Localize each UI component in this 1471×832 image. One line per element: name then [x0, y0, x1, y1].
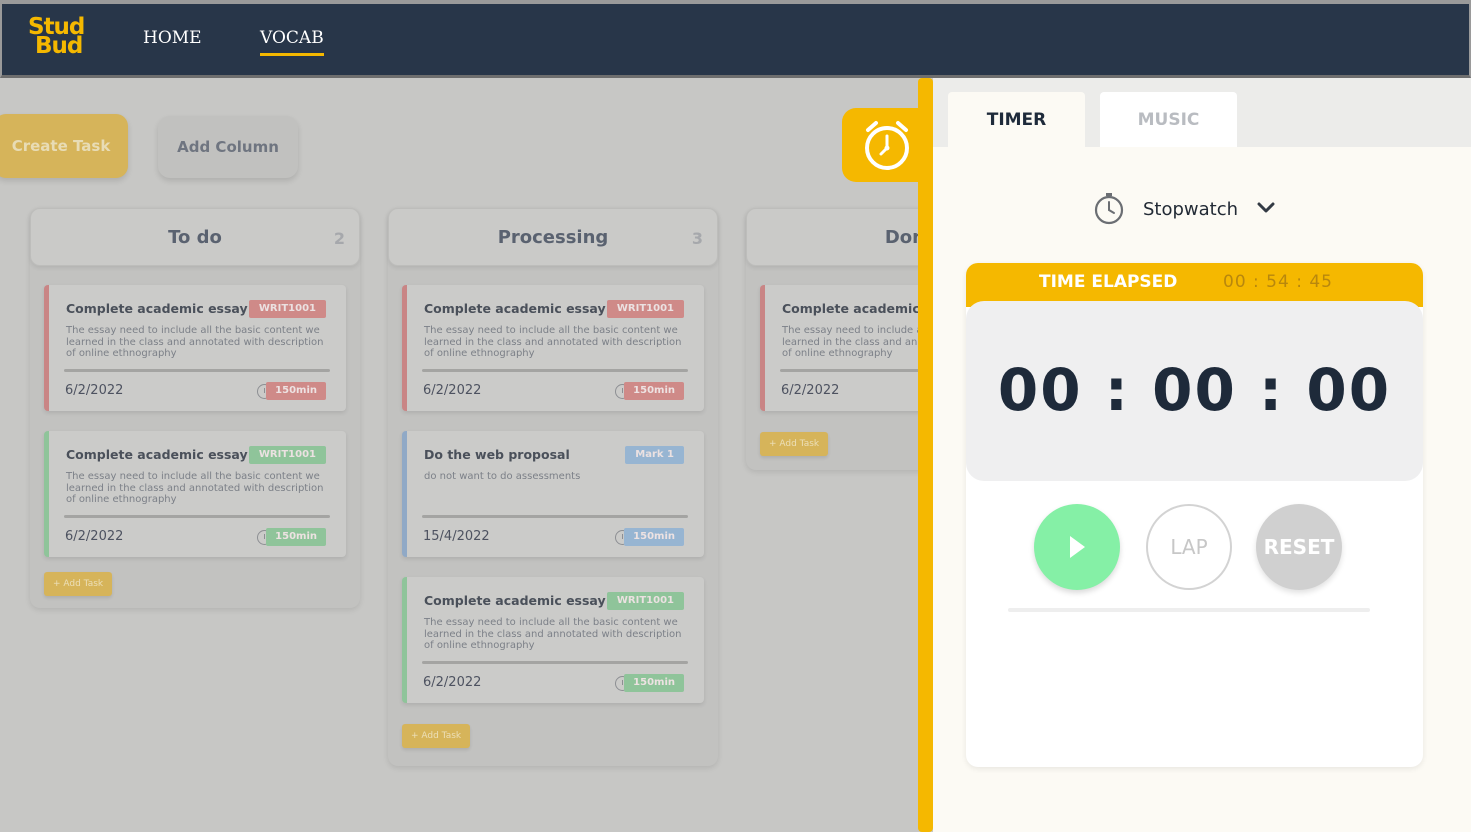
duration-badge: 150min [266, 528, 326, 546]
time-elapsed-label: TIME ELAPSED [1039, 272, 1178, 292]
card-date: 6/2/2022 [781, 383, 840, 398]
card-title: Complete academic essay [424, 593, 606, 608]
stopwatch-display: 00 : 00 : 00 [966, 301, 1423, 481]
card-description: The essay need to include all the basic … [66, 325, 324, 359]
card-description: The essay need to include all the basic … [66, 471, 324, 505]
add-task-button[interactable]: + Add Task [760, 432, 829, 456]
card-description: The essay need to include all the basic … [424, 617, 682, 651]
card-title: Complete academic essay [66, 301, 248, 316]
card-progress-line [422, 515, 688, 518]
create-task-button[interactable]: Create Task [0, 114, 128, 178]
duration-badge: 150min [624, 382, 684, 400]
play-icon [1070, 536, 1085, 558]
kanban-board: Create Task Add Column To do 2 Complete … [0, 78, 920, 832]
lap-progress-track [1008, 608, 1370, 612]
tab-music[interactable]: MUSIC [1100, 92, 1237, 147]
panel-tabs: TIMER MUSIC [933, 78, 1471, 147]
course-tag: WRIT1001 [606, 592, 684, 610]
add-task-button[interactable]: + Add Task [44, 572, 113, 596]
card-progress-line [422, 661, 688, 664]
column-header: To do 2 [30, 208, 360, 266]
logo-line-2: Bud [35, 33, 83, 59]
chevron-down-icon [1257, 202, 1275, 213]
course-tag: WRIT1001 [248, 300, 326, 318]
time-elapsed-value: 00 : 54 : 45 [1223, 272, 1333, 292]
column-title: To do [168, 227, 222, 248]
column-count: 3 [691, 229, 703, 248]
top-navbar: Stud Bud HOME VOCAB [0, 0, 1471, 78]
duration-badge: 150min [266, 382, 326, 400]
mode-selector[interactable]: Stopwatch [1093, 191, 1313, 227]
reset-button[interactable]: RESET [1256, 504, 1342, 590]
column-count: 2 [333, 229, 345, 248]
mode-label: Stopwatch [1143, 199, 1239, 220]
stopwatch-card: TIME ELAPSED 00 : 54 : 45 00 : 00 : 00 L… [966, 263, 1423, 767]
task-card[interactable]: Complete academic essay WRIT1001 The ess… [402, 577, 704, 703]
card-description: do not want to do assessments [424, 471, 581, 482]
card-date: 6/2/2022 [65, 383, 124, 398]
lap-button[interactable]: LAP [1146, 504, 1232, 590]
course-tag: WRIT1001 [248, 446, 326, 464]
alarm-clock-icon [865, 121, 909, 170]
column-todo: To do 2 Complete academic essay WRIT1001… [30, 208, 360, 608]
card-progress-line [64, 369, 330, 372]
timer-toggle-button[interactable] [842, 108, 920, 182]
stopwatch-time: 00 : 00 : 00 [997, 356, 1392, 424]
card-progress-line [64, 515, 330, 518]
add-task-button[interactable]: + Add Task [402, 724, 471, 748]
tab-timer[interactable]: TIMER [948, 92, 1085, 147]
card-date: 6/2/2022 [423, 675, 482, 690]
play-button[interactable] [1034, 504, 1120, 590]
course-tag: Mark 1 [625, 446, 684, 464]
card-description: The essay need to include all the basic … [424, 325, 682, 359]
course-tag: WRIT1001 [606, 300, 684, 318]
card-description: The essay need to include all the basic … [782, 325, 920, 359]
task-card[interactable]: Complete academic essay WRIT1001 The ess… [44, 431, 346, 557]
task-card[interactable]: Complete academic essay WRIT1001 The ess… [44, 285, 346, 411]
card-title: Complete academic essay [66, 447, 248, 462]
card-date: 6/2/2022 [423, 383, 482, 398]
timer-panel: TIMER MUSIC Stopwatch TIME ELAPSED 00 : … [933, 78, 1471, 832]
duration-badge: 150min [624, 674, 684, 692]
duration-badge: 150min [624, 528, 684, 546]
stopwatch-icon [1094, 193, 1124, 225]
nav-home-link[interactable]: HOME [143, 28, 202, 48]
card-title: Do the web proposal [424, 447, 570, 462]
card-title: Complete academic essay [424, 301, 606, 316]
add-column-button[interactable]: Add Column [158, 116, 298, 178]
panel-edge-bar [918, 78, 933, 832]
card-date: 6/2/2022 [65, 529, 124, 544]
column-title: Done [884, 227, 920, 248]
nav-vocab-link[interactable]: VOCAB [260, 28, 324, 56]
column-header: Done [746, 208, 920, 266]
task-card[interactable]: Complete academic essay WRIT1001 The ess… [402, 285, 704, 411]
studbud-logo[interactable]: Stud Bud [28, 16, 85, 59]
column-title: Processing [497, 227, 609, 248]
task-card[interactable]: Do the web proposal Mark 1 do not want t… [402, 431, 704, 557]
card-title: Complete academic essay [782, 301, 920, 316]
task-card[interactable]: Complete academic essay The essay need t… [760, 285, 920, 411]
column-header: Processing 3 [388, 208, 718, 266]
card-progress-line [780, 369, 920, 372]
card-progress-line [422, 369, 688, 372]
card-date: 15/4/2022 [423, 529, 490, 544]
column-processing: Processing 3 Complete academic essay WRI… [388, 208, 718, 766]
column-done: Done Complete academic essay The essay n… [746, 208, 920, 470]
